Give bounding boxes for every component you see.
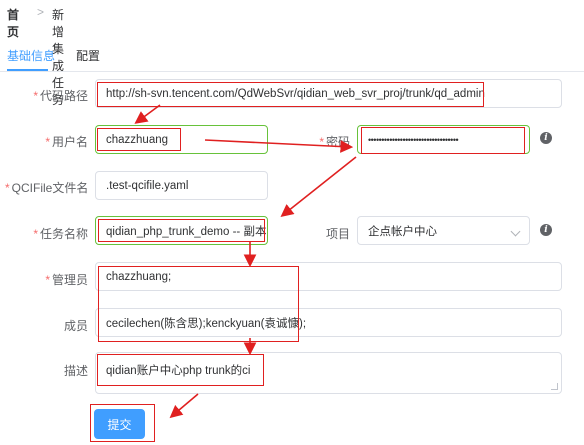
tab-divider: [0, 71, 584, 72]
project-select[interactable]: 企点帐户中心: [357, 216, 530, 245]
task-name-input[interactable]: qidian_php_trunk_demo -- 副本: [95, 216, 268, 245]
tab-basic-info[interactable]: 基础信息: [7, 47, 55, 64]
project-info-icon[interactable]: i: [540, 224, 552, 236]
password-label: * 密码: [319, 135, 350, 149]
arrow-to-task-name: [280, 156, 357, 217]
task-name-label: * 任务名称: [33, 227, 88, 241]
password-info-icon[interactable]: i: [540, 132, 552, 144]
password-input[interactable]: ••••••••••••••••••••••••••••••••••: [357, 125, 530, 154]
submit-button[interactable]: 提交: [94, 409, 145, 439]
members-label: 成员: [63, 319, 88, 333]
description-label: 描述: [63, 364, 88, 378]
admin-input[interactable]: chazzhuang;: [95, 262, 562, 291]
breadcrumb-separator: >: [37, 5, 45, 19]
breadcrumb-home[interactable]: 首页: [7, 6, 19, 40]
qcifile-label: * QCIFile文件名: [5, 181, 89, 195]
code-path-input[interactable]: http://sh-svn.tencent.com/QdWebSvr/qidia…: [95, 79, 562, 108]
resize-handle-icon[interactable]: [551, 383, 558, 390]
project-label: 项目: [325, 227, 350, 241]
arrow-to-submit: [169, 393, 199, 419]
chevron-down-icon: [510, 226, 521, 237]
admin-label: * 管理员: [45, 273, 88, 287]
qcifile-input[interactable]: .test-qcifile.yaml: [95, 171, 268, 200]
code-path-label: * 代码路径: [33, 89, 88, 103]
description-textarea[interactable]: qidian账户中心php trunk的ci: [95, 352, 562, 394]
username-input[interactable]: chazzhuang: [95, 125, 268, 154]
username-label: * 用户名: [45, 135, 88, 149]
members-input[interactable]: cecilechen(陈含思);kenckyuan(袁诚慷);: [95, 308, 562, 337]
tab-config[interactable]: 配置: [76, 47, 100, 64]
